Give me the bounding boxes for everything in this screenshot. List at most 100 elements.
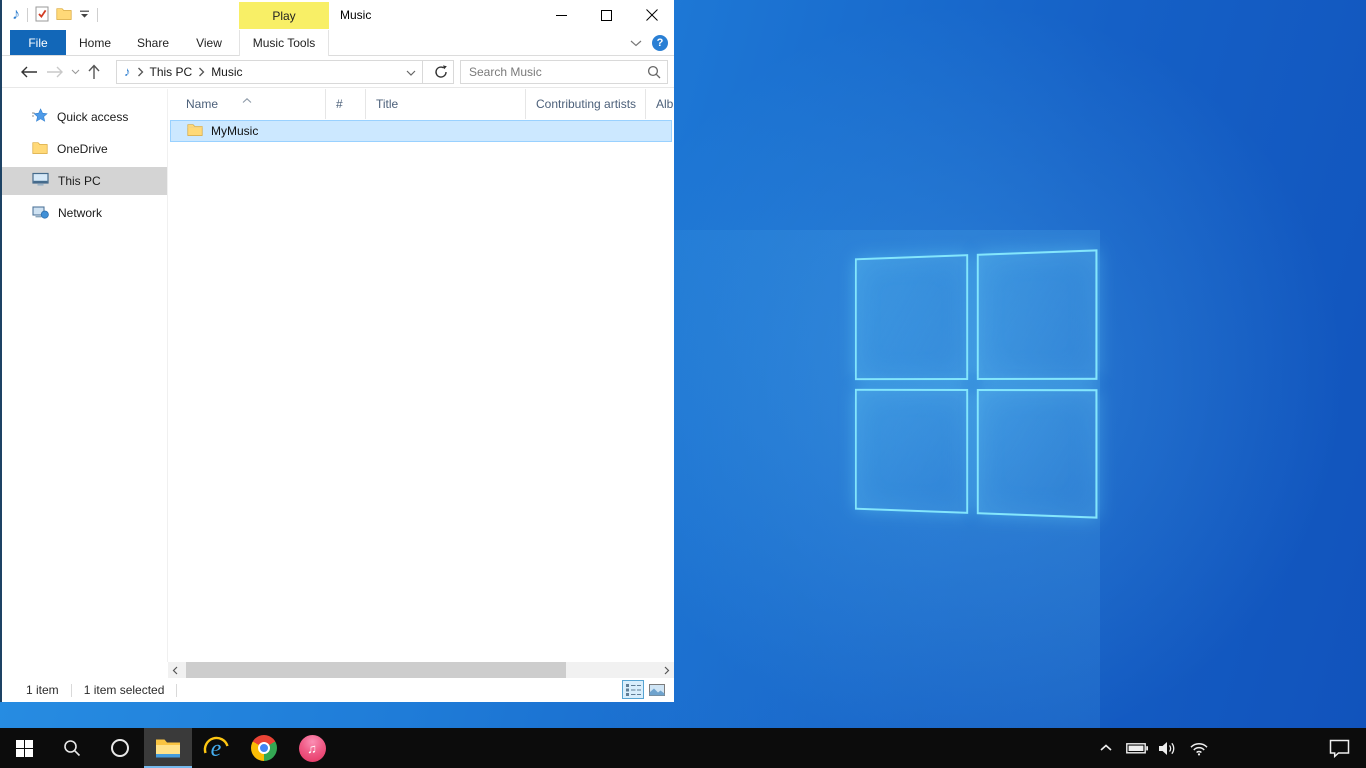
scrollbar-thumb[interactable] [186,662,566,678]
column-header-name[interactable]: Name [168,89,326,119]
windows-logo [855,249,1098,518]
sort-ascending-icon [242,92,252,106]
windows-logo-pane [855,254,968,379]
windows-logo-pane [976,249,1097,379]
view-toggle-buttons [622,680,668,699]
main-area: Quick access OneDrive This PC [2,89,674,662]
chrome-icon[interactable] [240,728,288,768]
svg-text:e: e [211,736,222,762]
network-computer-icon [32,205,49,222]
wifi-icon[interactable] [1188,728,1210,768]
thumbnails-view-button[interactable] [646,680,668,699]
column-header-title[interactable]: Title [366,89,526,119]
file-list: Name # Title Contributing artists [168,89,674,662]
sidebar-item-label: OneDrive [57,142,108,156]
ribbon-collapse-icon[interactable] [630,36,642,50]
search-box[interactable] [460,60,668,84]
file-row-mymusic[interactable]: MyMusic [170,120,672,142]
breadcrumb-music[interactable]: Music [211,65,242,79]
volume-icon[interactable] [1157,728,1179,768]
onedrive-folder-icon [32,141,48,158]
taskbar-search-icon[interactable] [48,728,96,768]
ribbon-right-controls: ? [630,30,668,56]
this-pc-monitor-icon [32,172,49,190]
back-button[interactable] [16,59,42,85]
customize-quick-access-icon[interactable] [79,8,90,22]
itunes-icon[interactable]: ♫ [288,728,336,768]
close-button[interactable] [629,0,674,30]
tab-view[interactable]: View [182,30,236,55]
address-dropdown-icon[interactable] [406,65,416,79]
properties-icon[interactable] [35,6,49,25]
maximize-button[interactable] [584,0,629,30]
details-view-button[interactable] [622,680,644,699]
window-controls [539,0,674,30]
cortana-icon[interactable] [96,728,144,768]
column-headers: Name # Title Contributing artists [168,89,674,119]
divider [27,8,28,22]
breadcrumb-this-pc[interactable]: This PC [150,65,193,79]
refresh-icon[interactable] [429,61,453,83]
scroll-left-icon[interactable] [168,662,182,678]
windows-logo-pane [976,389,1097,519]
column-label: Alb [656,97,673,111]
navigation-bar: ♪ This PC Music [2,56,674,88]
column-header-album[interactable]: Alb [646,89,674,119]
battery-icon[interactable] [1126,728,1148,768]
sidebar-item-label: This PC [58,174,101,188]
breadcrumb-chevron-icon [198,67,205,77]
ribbon-tabs: File Home Share View Music Tools ? [2,30,674,56]
up-button[interactable] [82,59,106,85]
column-label: Name [186,97,218,111]
tab-music-tools[interactable]: Music Tools [239,30,329,56]
tray-expand-icon[interactable] [1095,728,1117,768]
scroll-right-icon[interactable] [660,662,674,678]
forward-button[interactable] [42,59,68,85]
screen: ♪ Play Music [0,0,1366,768]
scrollbar-track[interactable] [182,662,660,678]
item-count: 1 item [26,683,59,697]
taskbar: e ♫ [0,728,1366,768]
new-folder-icon[interactable] [56,7,72,24]
action-center-icon[interactable] [1328,728,1350,768]
column-header-contributing-artists[interactable]: Contributing artists [526,89,646,119]
title-bar: ♪ Play Music [2,0,674,30]
navigation-pane: Quick access OneDrive This PC [2,89,168,662]
breadcrumb-chevron-icon [137,67,144,77]
tab-share[interactable]: Share [124,30,182,55]
sidebar-item-label: Network [58,206,102,220]
folder-icon [187,123,203,140]
column-label: Title [376,97,398,111]
location-music-icon: ♪ [124,65,131,78]
column-header-number[interactable]: # [326,89,366,119]
internet-explorer-icon[interactable]: e [192,728,240,768]
sidebar-item-quick-access[interactable]: Quick access [2,103,167,131]
minimize-button[interactable] [539,0,584,30]
selection-count: 1 item selected [84,683,165,697]
divider [97,8,98,22]
quick-access-star-icon [32,108,48,126]
window-title: Music [340,0,371,30]
contextual-tab-group-header: Play [239,2,329,29]
taskbar-file-explorer-icon[interactable] [144,728,192,768]
help-icon[interactable]: ? [652,35,668,51]
sidebar-item-network[interactable]: Network [2,199,167,227]
divider [422,61,423,83]
divider [71,684,72,697]
search-icon[interactable] [641,65,667,79]
recent-locations-dropdown-icon[interactable] [68,59,82,85]
tab-file[interactable]: File [10,30,66,55]
tab-home[interactable]: Home [66,30,124,55]
music-note-window-icon: ♪ [12,7,20,23]
start-button[interactable] [0,728,48,768]
sidebar-item-onedrive[interactable]: OneDrive [2,135,167,163]
column-label: # [336,97,343,111]
address-bar[interactable]: ♪ This PC Music [116,60,454,84]
sidebar-item-this-pc[interactable]: This PC [2,167,167,195]
windows-logo-pane [855,388,968,513]
horizontal-scrollbar[interactable] [168,662,674,678]
divider [176,684,177,697]
sidebar-item-label: Quick access [57,110,128,124]
search-input[interactable] [461,65,641,79]
system-tray [1095,728,1366,768]
